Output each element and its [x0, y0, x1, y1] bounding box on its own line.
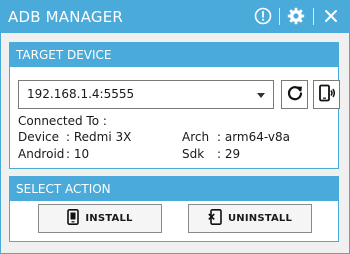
gear-icon[interactable]	[287, 7, 305, 25]
refresh-icon	[286, 84, 304, 106]
install-button[interactable]: INSTALL	[38, 204, 162, 233]
info-icon[interactable]	[254, 7, 272, 25]
device-label: Device	[18, 130, 60, 144]
device-select-value: 192.168.1.4:5555	[27, 87, 135, 101]
arch-label: Arch	[182, 130, 210, 144]
sdk-value: : 29	[217, 147, 241, 161]
close-icon[interactable]	[322, 7, 340, 25]
title-separator	[313, 8, 314, 25]
uninstall-button-label: UNINSTALL	[227, 213, 293, 224]
wireless-connect-button[interactable]	[313, 80, 340, 109]
refresh-button[interactable]	[281, 80, 308, 109]
sdk-label: Sdk	[182, 147, 205, 161]
title-separator	[279, 8, 280, 25]
device-select[interactable]: 192.168.1.4:5555	[18, 80, 274, 109]
android-value: : 10	[66, 147, 90, 161]
device-value: : Redmi 3X	[66, 130, 132, 144]
connected-to-label: Connected To :	[18, 114, 107, 128]
arch-value: : arm64-v8a	[217, 130, 290, 144]
android-label: Android	[18, 147, 65, 161]
phone-uninstall-icon	[208, 209, 228, 228]
target-device-header: TARGET DEVICE	[10, 43, 338, 67]
uninstall-button[interactable]: UNINSTALL	[188, 204, 312, 233]
wireless-connect-icon	[318, 84, 336, 106]
title-bar: ADB MANAGER	[0, 0, 350, 33]
select-action-panel: SELECT ACTION INSTALL UNINSTALL	[9, 176, 339, 242]
phone-install-icon	[67, 209, 85, 228]
select-action-header: SELECT ACTION	[10, 177, 338, 201]
install-button-label: INSTALL	[85, 213, 133, 224]
target-device-panel: TARGET DEVICE 192.168.1.4:5555 Connected…	[9, 42, 340, 169]
chevron-down-icon[interactable]	[257, 93, 265, 98]
window-title: ADB MANAGER	[8, 8, 124, 26]
